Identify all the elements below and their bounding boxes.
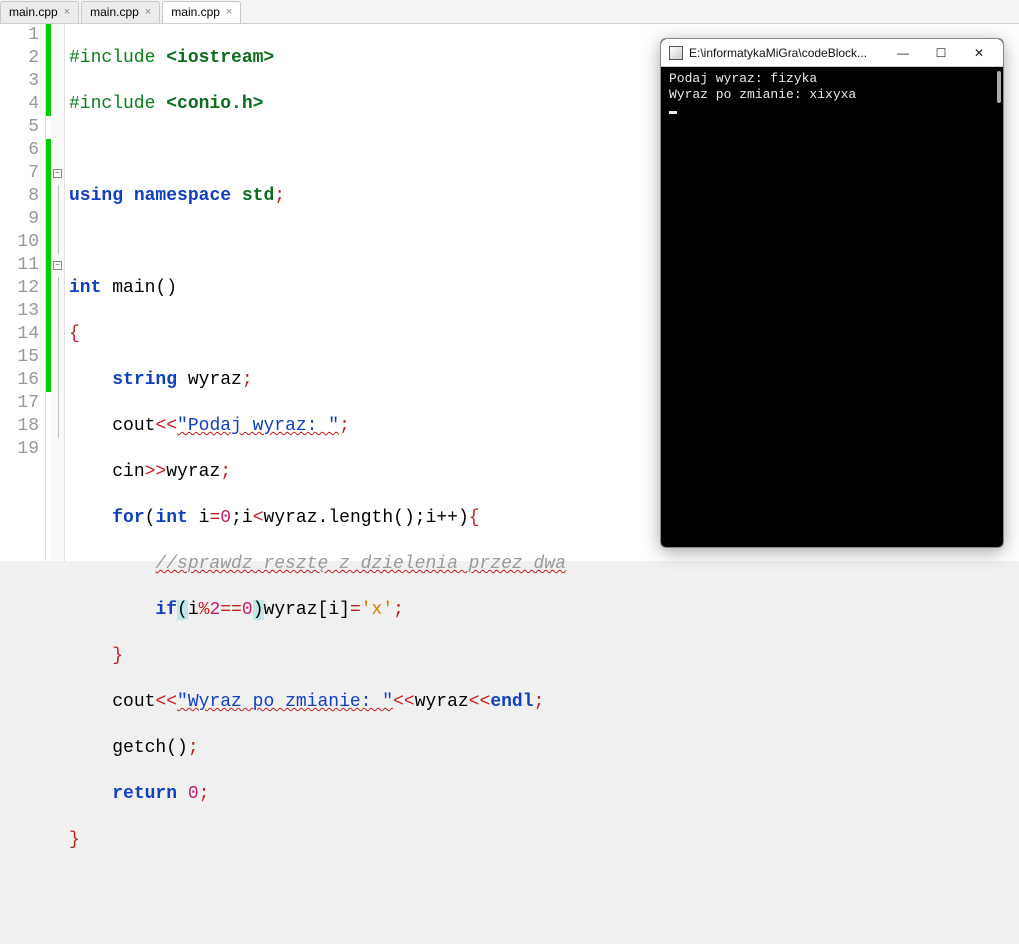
line-number: 19 (0, 438, 39, 461)
console-window[interactable]: E:\informatykaMiGra\codeBlock... — ☐ ✕ P… (660, 38, 1004, 548)
line-number: 8 (0, 185, 39, 208)
line-number: 12 (0, 277, 39, 300)
close-button[interactable]: ✕ (961, 42, 997, 64)
fold-toggle-icon[interactable]: − (53, 169, 62, 178)
line-number: 17 (0, 392, 39, 415)
line-number: 15 (0, 346, 39, 369)
minimize-button[interactable]: — (885, 42, 921, 64)
line-number: 9 (0, 208, 39, 231)
tab-bar: main.cpp × main.cpp × main.cpp × (0, 0, 1019, 24)
close-icon[interactable]: × (145, 6, 151, 18)
tab-label: main.cpp (171, 5, 220, 19)
tab-main-3[interactable]: main.cpp × (162, 1, 241, 23)
line-number-gutter: 1 2 3 4 5 6 7 8 9 10 11 12 13 14 15 16 1… (0, 24, 46, 561)
maximize-button[interactable]: ☐ (923, 42, 959, 64)
line-number: 6 (0, 139, 39, 162)
console-title: E:\informatykaMiGra\codeBlock... (689, 46, 879, 60)
console-app-icon (669, 46, 683, 60)
console-line: Podaj wyraz: fizyka (669, 71, 995, 87)
line-number: 13 (0, 300, 39, 323)
console-cursor (669, 111, 677, 114)
console-line: Wyraz po zmianie: xixyxa (669, 87, 995, 103)
close-icon[interactable]: × (64, 6, 70, 18)
line-number: 16 (0, 369, 39, 392)
fold-toggle-icon[interactable]: − (53, 261, 62, 270)
line-number: 3 (0, 70, 39, 93)
console-titlebar[interactable]: E:\informatykaMiGra\codeBlock... — ☐ ✕ (661, 39, 1003, 67)
line-number: 18 (0, 415, 39, 438)
fold-column: − − (51, 24, 65, 561)
line-number: 5 (0, 116, 39, 139)
tab-main-2[interactable]: main.cpp × (81, 1, 160, 23)
line-number: 4 (0, 93, 39, 116)
console-scrollbar[interactable] (997, 71, 1001, 103)
line-number: 2 (0, 47, 39, 70)
tab-label: main.cpp (90, 5, 139, 19)
line-number: 1 (0, 24, 39, 47)
tab-main-1[interactable]: main.cpp × (0, 1, 79, 23)
line-number: 10 (0, 231, 39, 254)
line-number: 14 (0, 323, 39, 346)
close-icon[interactable]: × (226, 6, 232, 18)
line-number: 7 (0, 162, 39, 185)
console-output[interactable]: Podaj wyraz: fizyka Wyraz po zmianie: xi… (661, 67, 1003, 547)
line-number: 11 (0, 254, 39, 277)
tab-label: main.cpp (9, 5, 58, 19)
